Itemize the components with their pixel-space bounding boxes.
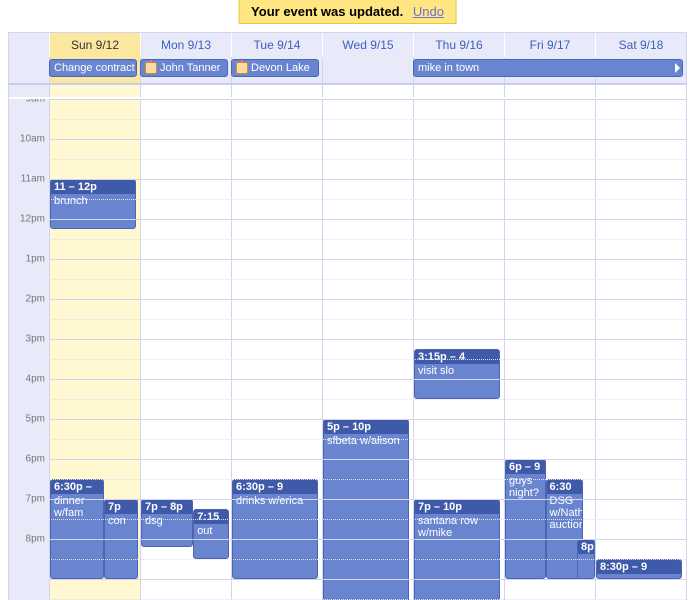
allday-event-title: Devon Lake <box>251 62 310 74</box>
day-column[interactable]: 3:15p – 4visit slo 7p – 10psantana row w/… <box>413 99 504 600</box>
time-label: 1pm <box>26 254 45 265</box>
allday-event-title: mike in town <box>418 62 479 74</box>
event-title: con <box>105 514 137 528</box>
day-column[interactable]: 11 – 12pbrunch 6:30p – dinner w/fam7pcon <box>49 99 140 600</box>
event-time: 11 – 12p <box>51 180 135 194</box>
day-column[interactable]: 7p – 8pdsg7:15out <box>140 99 231 600</box>
calendar-event[interactable]: 6:30p – 9drinks w/erica <box>232 479 318 579</box>
calendar-event[interactable]: 8:30p – 9 <box>596 559 682 579</box>
event-time: 8:30p – 9 <box>597 560 681 574</box>
event-time: 7:15 <box>194 510 228 524</box>
event-time: 6:30p – <box>51 480 103 494</box>
day-header[interactable]: Fri 9/17 <box>504 33 595 57</box>
time-label: 12pm <box>20 214 45 225</box>
continues-arrow-icon <box>675 63 680 73</box>
allday-gutter <box>9 57 49 83</box>
time-label: 6pm <box>26 454 45 465</box>
grid-inner: 9am10am11am12pm1pm2pm3pm4pm5pm6pm7pm8pm … <box>9 99 686 600</box>
calendar-event[interactable]: 7p – 10psantana row w/mike <box>414 499 500 600</box>
time-label: 9am <box>26 99 45 105</box>
day-column[interactable]: 8:30p – 9 <box>595 99 686 600</box>
time-label: 3pm <box>26 334 45 345</box>
allday-event-title: John Tanner <box>160 62 220 74</box>
time-gutter: 9am 10am 11am 12pm 1pm 2pm 3pm 4pm 5pm 6pm 7pm 8pm <box>9 99 49 600</box>
event-time: 8p <box>578 540 594 554</box>
time-label: 4pm <box>26 374 45 385</box>
calendar-event[interactable]: 6:30p – dinner w/fam <box>50 479 104 579</box>
notification-message: Your event was updated. <box>251 4 403 19</box>
event-time: 6:30p – 9 <box>233 480 317 494</box>
event-title: sfbeta w/alison <box>324 434 408 448</box>
calendar-event[interactable]: 3:15p – 4visit slo <box>414 349 500 399</box>
spacer-cells <box>49 85 686 97</box>
notification-banner: Your event was updated. Undo <box>238 0 457 24</box>
event-time: 6p – 9 <box>506 460 545 474</box>
event-title: drinks w/erica <box>233 494 317 508</box>
event-title: out <box>194 524 228 538</box>
calendar-event[interactable]: 7:15out <box>193 509 229 559</box>
day-column[interactable]: 5p – 10psfbeta w/alison <box>322 99 413 600</box>
allday-event[interactable]: John Tanner <box>140 59 228 77</box>
event-time: 7p <box>105 500 137 514</box>
day-header[interactable]: Wed 9/15 <box>322 33 413 57</box>
time-label: 11am <box>21 174 45 185</box>
day-header[interactable]: Tue 9/14 <box>231 33 322 57</box>
calendar: Sun 9/12Mon 9/13Tue 9/14Wed 9/15Thu 9/16… <box>8 32 687 600</box>
event-time: 7p – 8p <box>142 500 192 514</box>
event-title: dsg <box>142 514 192 528</box>
allday-cells[interactable]: Change contract John Tanner Devon Lake mike… <box>49 57 686 83</box>
allday-event-title: Change contract <box>54 62 135 74</box>
event-time: 3:15p – 4 <box>415 350 499 364</box>
undo-link[interactable]: Undo <box>413 4 444 19</box>
time-label: 8pm <box>26 534 45 545</box>
allday-row: Change contract John Tanner Devon Lake mike… <box>9 57 686 85</box>
day-header[interactable]: Mon 9/13 <box>140 33 231 57</box>
day-header-row: Sun 9/12Mon 9/13Tue 9/14Wed 9/15Thu 9/16… <box>9 33 686 57</box>
birthday-icon <box>145 62 157 74</box>
time-label: 5pm <box>26 414 45 425</box>
birthday-icon <box>236 62 248 74</box>
day-columns[interactable]: 11 – 12pbrunch6:30p – dinner w/fam7pcon7… <box>49 99 686 600</box>
day-column[interactable]: 6:30p – 9drinks w/erica <box>231 99 322 600</box>
day-column[interactable]: 6p – 9guys night?6:30DSG w/Nathan auctio… <box>504 99 595 600</box>
event-title: visit slo <box>415 364 499 378</box>
event-time: 7p – 10p <box>415 500 499 514</box>
day-header[interactable]: Sat 9/18 <box>595 33 686 57</box>
event-time: 5p – 10p <box>324 420 408 434</box>
event-title: dinner w/fam <box>51 494 103 520</box>
time-label: 7pm <box>26 494 45 505</box>
grid-scroll[interactable]: 9am10am11am12pm1pm2pm3pm4pm5pm6pm7pm8pm … <box>9 99 686 600</box>
event-title: santana row w/mike <box>415 514 499 540</box>
gutter-header <box>9 33 49 57</box>
allday-event[interactable]: Change contract <box>49 59 137 77</box>
event-title: guys night? <box>506 474 545 500</box>
allday-event[interactable]: Devon Lake <box>231 59 319 77</box>
day-header[interactable]: Sun 9/12 <box>49 33 140 57</box>
allday-spacer <box>9 85 686 97</box>
day-header[interactable]: Thu 9/16 <box>413 33 504 57</box>
event-time: 6:30 <box>547 480 583 494</box>
calendar-event[interactable]: 11 – 12pbrunch <box>50 179 136 229</box>
time-label: 2pm <box>26 294 45 305</box>
event-title: brunch <box>51 194 135 208</box>
time-label: 10am <box>20 134 45 145</box>
calendar-event[interactable]: 5p – 10psfbeta w/alison <box>323 419 409 600</box>
allday-event[interactable]: mike in town <box>413 59 683 77</box>
